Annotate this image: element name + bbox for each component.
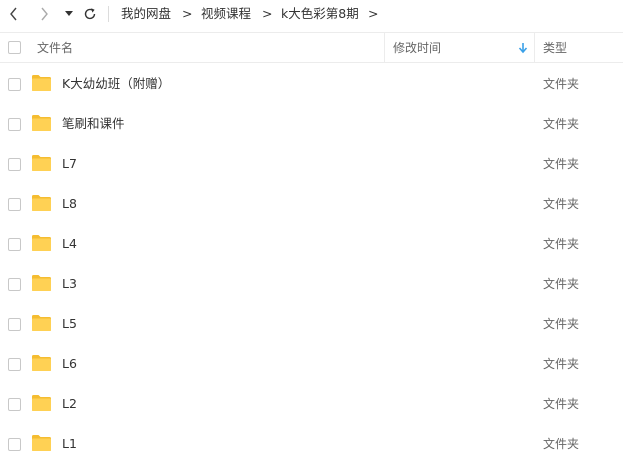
file-type: 文件夹 <box>543 157 580 171</box>
breadcrumb-separator[interactable]: > <box>368 6 378 22</box>
row-checkbox[interactable] <box>8 198 21 211</box>
arrow-down-icon[interactable] <box>518 42 528 54</box>
history-dropdown-button[interactable] <box>61 4 77 24</box>
caret-down-icon <box>65 11 73 16</box>
file-row[interactable]: L1 文件夹 <box>0 424 623 464</box>
folder-icon <box>32 75 51 91</box>
row-checkbox[interactable] <box>8 318 21 331</box>
chevron-right-icon <box>41 7 48 21</box>
breadcrumb-separator: > <box>182 6 193 21</box>
forward-button[interactable] <box>34 4 54 24</box>
folder-icon <box>32 315 51 331</box>
column-header-type[interactable]: 类型 <box>543 41 567 55</box>
folder-icon <box>32 395 51 411</box>
file-name[interactable]: L4 <box>62 236 77 252</box>
breadcrumb-item-my-drive[interactable]: 我的网盘 <box>121 6 171 22</box>
row-checkbox[interactable] <box>8 398 21 411</box>
row-checkbox[interactable] <box>8 78 21 91</box>
breadcrumb-separator: > <box>262 6 273 21</box>
folder-icon <box>32 115 51 131</box>
column-header-name[interactable]: 文件名 <box>37 41 73 55</box>
file-row[interactable]: L8 文件夹 <box>0 184 623 224</box>
folder-icon <box>32 275 51 291</box>
row-checkbox[interactable] <box>8 358 21 371</box>
file-type: 文件夹 <box>543 197 580 211</box>
folder-icon <box>32 355 51 371</box>
column-divider[interactable] <box>384 33 385 62</box>
file-name[interactable]: L1 <box>62 436 77 452</box>
toolbar: 我的网盘 > 视频课程 > k大色彩第8期 > <box>0 0 623 30</box>
refresh-icon <box>84 8 96 20</box>
file-list-header: 文件名 修改时间 类型 <box>0 32 623 63</box>
folder-icon <box>32 235 51 251</box>
file-type: 文件夹 <box>543 437 580 451</box>
file-type: 文件夹 <box>543 117 580 131</box>
row-checkbox[interactable] <box>8 238 21 251</box>
file-name[interactable]: L8 <box>62 196 77 212</box>
file-name[interactable]: L2 <box>62 396 77 412</box>
file-type: 文件夹 <box>543 277 580 291</box>
breadcrumb-item-video-courses[interactable]: 视频课程 <box>201 6 251 22</box>
file-row[interactable]: L5 文件夹 <box>0 304 623 344</box>
file-row[interactable]: K大幼幼班（附赠） 文件夹 <box>0 64 623 104</box>
folder-icon <box>32 435 51 451</box>
folder-icon <box>32 195 51 211</box>
file-name[interactable]: L3 <box>62 276 77 292</box>
file-row[interactable]: L2 文件夹 <box>0 384 623 424</box>
file-type: 文件夹 <box>543 397 580 411</box>
column-header-modified[interactable]: 修改时间 <box>393 41 441 55</box>
file-name[interactable]: L6 <box>62 356 77 372</box>
file-name[interactable]: L7 <box>62 156 77 172</box>
file-row[interactable]: L4 文件夹 <box>0 224 623 264</box>
toolbar-divider <box>108 6 109 22</box>
row-checkbox[interactable] <box>8 118 21 131</box>
breadcrumb-item-current-folder[interactable]: k大色彩第8期 <box>281 6 359 22</box>
row-checkbox[interactable] <box>8 438 21 451</box>
file-type: 文件夹 <box>543 357 580 371</box>
file-name[interactable]: L5 <box>62 316 77 332</box>
file-type: 文件夹 <box>543 317 580 331</box>
folder-icon <box>32 155 51 171</box>
row-checkbox[interactable] <box>8 158 21 171</box>
file-row[interactable]: L3 文件夹 <box>0 264 623 304</box>
file-row[interactable]: L6 文件夹 <box>0 344 623 384</box>
refresh-button[interactable] <box>80 4 100 24</box>
file-row[interactable]: 笔刷和课件 文件夹 <box>0 104 623 144</box>
file-row[interactable]: L7 文件夹 <box>0 144 623 184</box>
chevron-left-icon <box>10 7 17 21</box>
file-name[interactable]: K大幼幼班（附赠） <box>62 76 170 92</box>
file-type: 文件夹 <box>543 237 580 251</box>
file-type: 文件夹 <box>543 77 580 91</box>
row-checkbox[interactable] <box>8 278 21 291</box>
file-list: K大幼幼班（附赠） 文件夹 笔刷和课件 文件夹 L7 文件夹 L8 文件夹 L4 <box>0 64 623 464</box>
file-name[interactable]: 笔刷和课件 <box>62 116 125 132</box>
back-button[interactable] <box>4 4 24 24</box>
select-all-checkbox[interactable] <box>8 41 21 54</box>
column-divider[interactable] <box>534 33 535 62</box>
